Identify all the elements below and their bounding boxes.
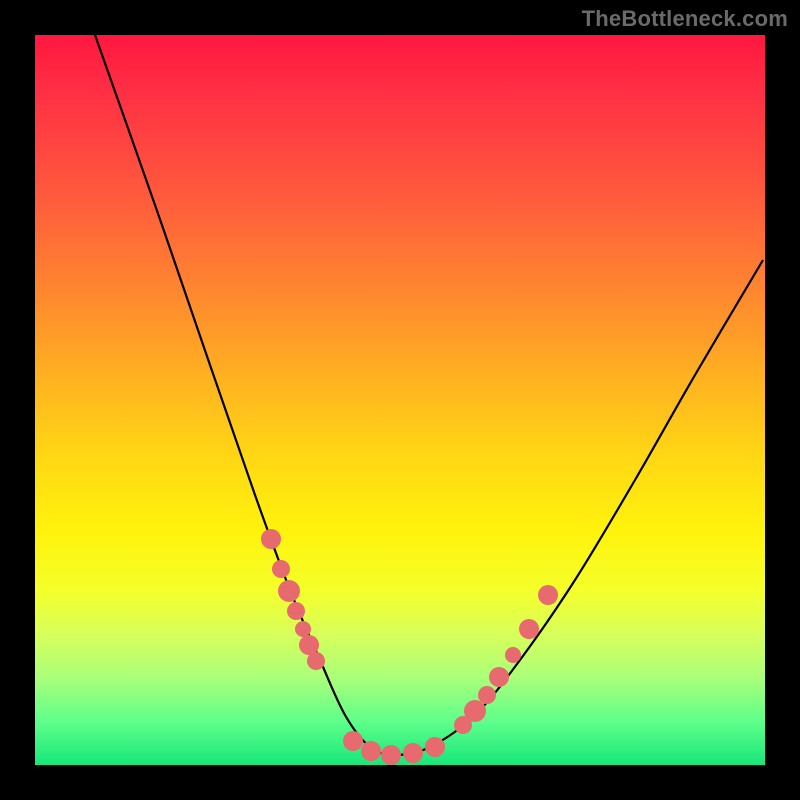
marker-dot (307, 652, 325, 670)
marker-dot (489, 667, 509, 687)
marker-dot (287, 602, 305, 620)
chart-frame: TheBottleneck.com (0, 0, 800, 800)
marker-dot (381, 745, 401, 765)
marker-dot (361, 741, 381, 761)
curve-layer (35, 35, 765, 765)
marker-dot (278, 580, 300, 602)
watermark-text: TheBottleneck.com (582, 6, 788, 32)
marker-dot (505, 647, 521, 663)
marker-group (261, 529, 558, 765)
marker-dot (403, 743, 423, 763)
marker-dot (272, 560, 290, 578)
marker-dot (343, 731, 363, 751)
plot-area (35, 35, 765, 765)
marker-dot (538, 585, 558, 605)
marker-dot (519, 619, 539, 639)
marker-dot (261, 529, 281, 549)
marker-dot (295, 621, 311, 637)
bottleneck-curve (95, 35, 763, 755)
marker-dot (464, 700, 486, 722)
marker-dot (478, 686, 496, 704)
marker-dot (425, 737, 445, 757)
